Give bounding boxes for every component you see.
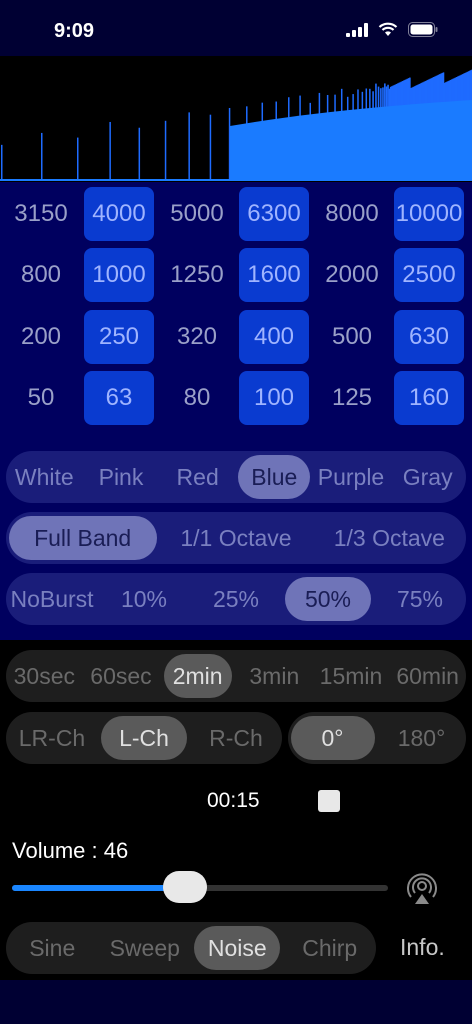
burst-option[interactable]: 75% [374, 573, 466, 625]
duration-option[interactable]: 3min [236, 650, 313, 702]
spectrum-bar [109, 121, 111, 180]
status-time: 9:09 [54, 20, 95, 42]
freq-band-630[interactable]: 630 [394, 310, 464, 364]
phase-option[interactable]: 180° [377, 712, 466, 764]
band-option[interactable]: Full Band [8, 516, 157, 560]
freq-band-500[interactable]: 500 [317, 310, 387, 364]
freq-band-250[interactable]: 250 [84, 310, 154, 364]
spectrum-bar [1, 144, 3, 180]
spectrum-graph [0, 69, 472, 181]
noise-color-option[interactable]: Pink [83, 451, 160, 503]
mode-option[interactable]: Chirp [284, 922, 377, 974]
channel-selector: LR-Ch L-Ch R-Ch [6, 712, 282, 764]
duration-option[interactable]: 60sec [83, 650, 160, 702]
spectrum-bar [209, 114, 212, 180]
channel-option[interactable]: R-Ch [190, 712, 282, 764]
freq-band-63[interactable]: 63 [84, 371, 154, 425]
battery-icon [408, 22, 438, 37]
spectrum-dense-region [230, 100, 472, 180]
volume-slider-fill [12, 885, 185, 891]
wifi-icon [378, 22, 398, 36]
freq-band-800[interactable]: 800 [6, 248, 76, 302]
mode-option[interactable]: Sweep [99, 922, 192, 974]
noise-color-option[interactable]: Gray [389, 451, 466, 503]
burst-option[interactable]: 50% [285, 577, 371, 621]
info-button[interactable]: Info. [400, 934, 445, 961]
freq-band-100[interactable]: 100 [239, 371, 309, 425]
volume-slider-thumb[interactable] [162, 871, 207, 903]
burst-option[interactable]: NoBurst [6, 573, 98, 625]
duration-option[interactable]: 60min [389, 650, 466, 702]
freq-band-10000[interactable]: 10000 [394, 187, 464, 241]
spectrum-bar [188, 112, 190, 180]
freq-band-2000[interactable]: 2000 [317, 248, 387, 302]
freq-band-400[interactable]: 400 [239, 310, 309, 364]
frequency-panel: 3150 4000 5000 6300 8000 10000 800 1000 1250 1600… [0, 182, 472, 640]
freq-band-1000[interactable]: 1000 [84, 248, 154, 302]
volume-slider[interactable] [12, 871, 388, 903]
burst-option[interactable]: 10% [98, 573, 190, 625]
spectrum-baseline [0, 179, 472, 181]
noise-color-option[interactable]: Purple [313, 451, 390, 503]
freq-band-160[interactable]: 160 [394, 371, 464, 425]
airplay-icon[interactable] [404, 872, 440, 906]
duration-selector: 30sec 60sec 2min 3min 15min 60min [6, 650, 466, 702]
spectrum-bar [138, 127, 141, 180]
freq-band-200[interactable]: 200 [6, 310, 76, 364]
noise-color-option[interactable]: White [6, 451, 83, 503]
freq-band-2500[interactable]: 2500 [394, 248, 464, 302]
freq-band-8000[interactable]: 8000 [317, 187, 387, 241]
freq-band-1250[interactable]: 1250 [162, 248, 232, 302]
spectrum-bar [164, 120, 167, 180]
freq-band-3150[interactable]: 3150 [6, 187, 76, 241]
band-selector: Full Band 1/1 Octave 1/3 Octave [6, 512, 466, 564]
footer-bar [0, 980, 472, 1024]
cellular-signal-icon [346, 22, 368, 37]
spectrum-bar [41, 132, 43, 180]
freq-band-6300[interactable]: 6300 [239, 187, 309, 241]
mode-selector: Sine Sweep Noise Chirp [6, 922, 376, 974]
freq-band-125[interactable]: 125 [317, 371, 387, 425]
volume-label: Volume : 46 [12, 838, 129, 863]
spectrum-bar [77, 137, 79, 180]
mode-option[interactable]: Sine [6, 922, 99, 974]
freq-band-1600[interactable]: 1600 [239, 248, 309, 302]
noise-color-selector: White Pink Red Blue Purple Gray [6, 451, 466, 503]
freq-band-320[interactable]: 320 [162, 310, 232, 364]
freq-band-4000[interactable]: 4000 [84, 187, 154, 241]
burst-selector: NoBurst 10% 25% 50% 75% [6, 573, 466, 625]
stop-button[interactable] [318, 790, 340, 812]
duration-option[interactable]: 15min [313, 650, 390, 702]
mode-option[interactable]: Noise [194, 926, 281, 970]
phase-selector: 0° 180° [288, 712, 466, 764]
noise-color-option[interactable]: Red [159, 451, 236, 503]
band-option[interactable]: 1/1 Octave [159, 512, 312, 564]
phase-option[interactable]: 0° [290, 716, 375, 760]
duration-option[interactable]: 30sec [6, 650, 83, 702]
channel-option[interactable]: L-Ch [101, 716, 187, 760]
freq-band-5000[interactable]: 5000 [162, 187, 232, 241]
status-icons [346, 22, 438, 37]
duration-option[interactable]: 2min [163, 654, 232, 698]
channel-option[interactable]: LR-Ch [6, 712, 98, 764]
freq-band-50[interactable]: 50 [6, 371, 76, 425]
burst-option[interactable]: 25% [190, 573, 282, 625]
noise-color-option[interactable]: Blue [238, 455, 311, 499]
band-option[interactable]: 1/3 Octave [313, 512, 466, 564]
freq-band-80[interactable]: 80 [162, 371, 232, 425]
elapsed-time: 00:15 [207, 789, 260, 812]
spectrum-display [0, 56, 472, 182]
status-bar: 9:09 [0, 0, 472, 56]
